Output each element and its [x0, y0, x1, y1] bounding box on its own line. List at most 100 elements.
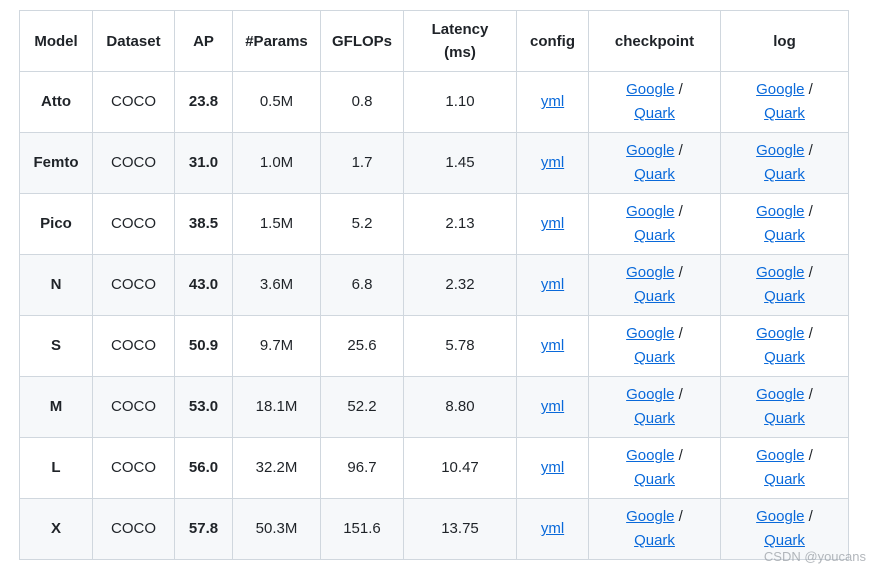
checkpoint-quark-link[interactable]: Quark — [634, 349, 675, 366]
checkpoint-quark-link[interactable]: Quark — [634, 227, 675, 244]
log-quark-link[interactable]: Quark — [764, 288, 805, 305]
table-row: N COCO 43.0 3.6M 6.8 2.32 yml Google / Quark Goog… — [19, 254, 849, 316]
log-quark-link[interactable]: Quark — [764, 471, 805, 488]
checkpoint-google-link[interactable]: Google — [626, 264, 674, 281]
latency-cell: 2.13 — [403, 193, 517, 255]
checkpoint-google-link[interactable]: Google — [626, 81, 674, 98]
link-separator: / — [674, 325, 683, 342]
log-cell: Google / Quark — [720, 437, 849, 499]
table-row: Pico COCO 38.5 1.5M 5.2 2.13 yml Google / Quark G… — [19, 193, 849, 255]
header-model: Model — [19, 10, 93, 72]
checkpoint-quark-link[interactable]: Quark — [634, 471, 675, 488]
config-link[interactable]: yml — [541, 215, 564, 232]
checkpoint-cell: Google / Quark — [588, 254, 721, 316]
model-cell: N — [19, 254, 93, 316]
log-quark-link[interactable]: Quark — [764, 105, 805, 122]
link-separator: / — [674, 508, 683, 525]
log-google-link[interactable]: Google — [756, 264, 804, 281]
config-link[interactable]: yml — [541, 337, 564, 354]
params-cell: 18.1M — [232, 376, 321, 438]
config-cell: yml — [516, 437, 589, 499]
log-google-link[interactable]: Google — [756, 203, 804, 220]
params-cell: 3.6M — [232, 254, 321, 316]
params-cell: 9.7M — [232, 315, 321, 377]
header-row: Model Dataset AP #Params GFLOPs Latency (… — [19, 10, 849, 72]
link-separator: / — [674, 142, 683, 159]
checkpoint-quark-link[interactable]: Quark — [634, 288, 675, 305]
checkpoint-google-link[interactable]: Google — [626, 142, 674, 159]
log-google-link[interactable]: Google — [756, 447, 804, 464]
table-row: S COCO 50.9 9.7M 25.6 5.78 yml Google / Quark Goo… — [19, 315, 849, 377]
params-cell: 1.0M — [232, 132, 321, 194]
watermark: CSDN @youcans — [763, 549, 866, 564]
header-ap: AP — [174, 10, 233, 72]
log-google-link[interactable]: Google — [756, 508, 804, 525]
checkpoint-google-link[interactable]: Google — [626, 325, 674, 342]
gflops-cell: 151.6 — [320, 498, 404, 560]
log-google-link[interactable]: Google — [756, 386, 804, 403]
link-separator: / — [804, 325, 813, 342]
link-separator: / — [674, 447, 683, 464]
config-link[interactable]: yml — [541, 459, 564, 476]
gflops-cell: 25.6 — [320, 315, 404, 377]
header-dataset: Dataset — [92, 10, 175, 72]
checkpoint-google-link[interactable]: Google — [626, 508, 674, 525]
params-cell: 50.3M — [232, 498, 321, 560]
checkpoint-cell: Google / Quark — [588, 498, 721, 560]
log-quark-link[interactable]: Quark — [764, 227, 805, 244]
config-link[interactable]: yml — [541, 154, 564, 171]
params-cell: 1.5M — [232, 193, 321, 255]
log-google-link[interactable]: Google — [756, 142, 804, 159]
dataset-cell: COCO — [92, 254, 175, 316]
log-google-link[interactable]: Google — [756, 81, 804, 98]
checkpoint-cell: Google / Quark — [588, 376, 721, 438]
model-cell: X — [19, 498, 93, 560]
latency-cell: 5.78 — [403, 315, 517, 377]
config-link[interactable]: yml — [541, 93, 564, 110]
checkpoint-cell: Google / Quark — [588, 437, 721, 499]
dataset-cell: COCO — [92, 498, 175, 560]
log-cell: Google / Quark — [720, 193, 849, 255]
link-separator: / — [804, 142, 813, 159]
checkpoint-google-link[interactable]: Google — [626, 447, 674, 464]
latency-cell: 1.45 — [403, 132, 517, 194]
config-cell: yml — [516, 193, 589, 255]
log-quark-link[interactable]: Quark — [764, 166, 805, 183]
dataset-cell: COCO — [92, 71, 175, 133]
checkpoint-google-link[interactable]: Google — [626, 386, 674, 403]
link-separator: / — [804, 81, 813, 98]
params-cell: 32.2M — [232, 437, 321, 499]
gflops-cell: 0.8 — [320, 71, 404, 133]
header-config: config — [516, 10, 589, 72]
checkpoint-cell: Google / Quark — [588, 132, 721, 194]
log-google-link[interactable]: Google — [756, 325, 804, 342]
model-cell: Pico — [19, 193, 93, 255]
log-quark-link[interactable]: Quark — [764, 410, 805, 427]
table-row: Femto COCO 31.0 1.0M 1.7 1.45 yml Google / Quark… — [19, 132, 849, 194]
gflops-cell: 52.2 — [320, 376, 404, 438]
table-row: Atto COCO 23.8 0.5M 0.8 1.10 yml Google / Quark G… — [19, 71, 849, 133]
latency-cell: 10.47 — [403, 437, 517, 499]
model-cell: Atto — [19, 71, 93, 133]
model-cell: S — [19, 315, 93, 377]
log-cell: Google / Quark — [720, 315, 849, 377]
dataset-cell: COCO — [92, 132, 175, 194]
checkpoint-quark-link[interactable]: Quark — [634, 166, 675, 183]
ap-cell: 38.5 — [174, 193, 233, 255]
table-row: M COCO 53.0 18.1M 52.2 8.80 yml Google / Quark Go… — [19, 376, 849, 438]
log-quark-link[interactable]: Quark — [764, 349, 805, 366]
log-quark-link[interactable]: Quark — [764, 532, 805, 549]
checkpoint-quark-link[interactable]: Quark — [634, 410, 675, 427]
checkpoint-quark-link[interactable]: Quark — [634, 105, 675, 122]
config-link[interactable]: yml — [541, 520, 564, 537]
config-link[interactable]: yml — [541, 276, 564, 293]
config-cell: yml — [516, 71, 589, 133]
dataset-cell: COCO — [92, 437, 175, 499]
ap-cell: 23.8 — [174, 71, 233, 133]
link-separator: / — [804, 386, 813, 403]
checkpoint-google-link[interactable]: Google — [626, 203, 674, 220]
header-params: #Params — [232, 10, 321, 72]
config-link[interactable]: yml — [541, 398, 564, 415]
table-row: L COCO 56.0 32.2M 96.7 10.47 yml Google / Quark G… — [19, 437, 849, 499]
checkpoint-quark-link[interactable]: Quark — [634, 532, 675, 549]
